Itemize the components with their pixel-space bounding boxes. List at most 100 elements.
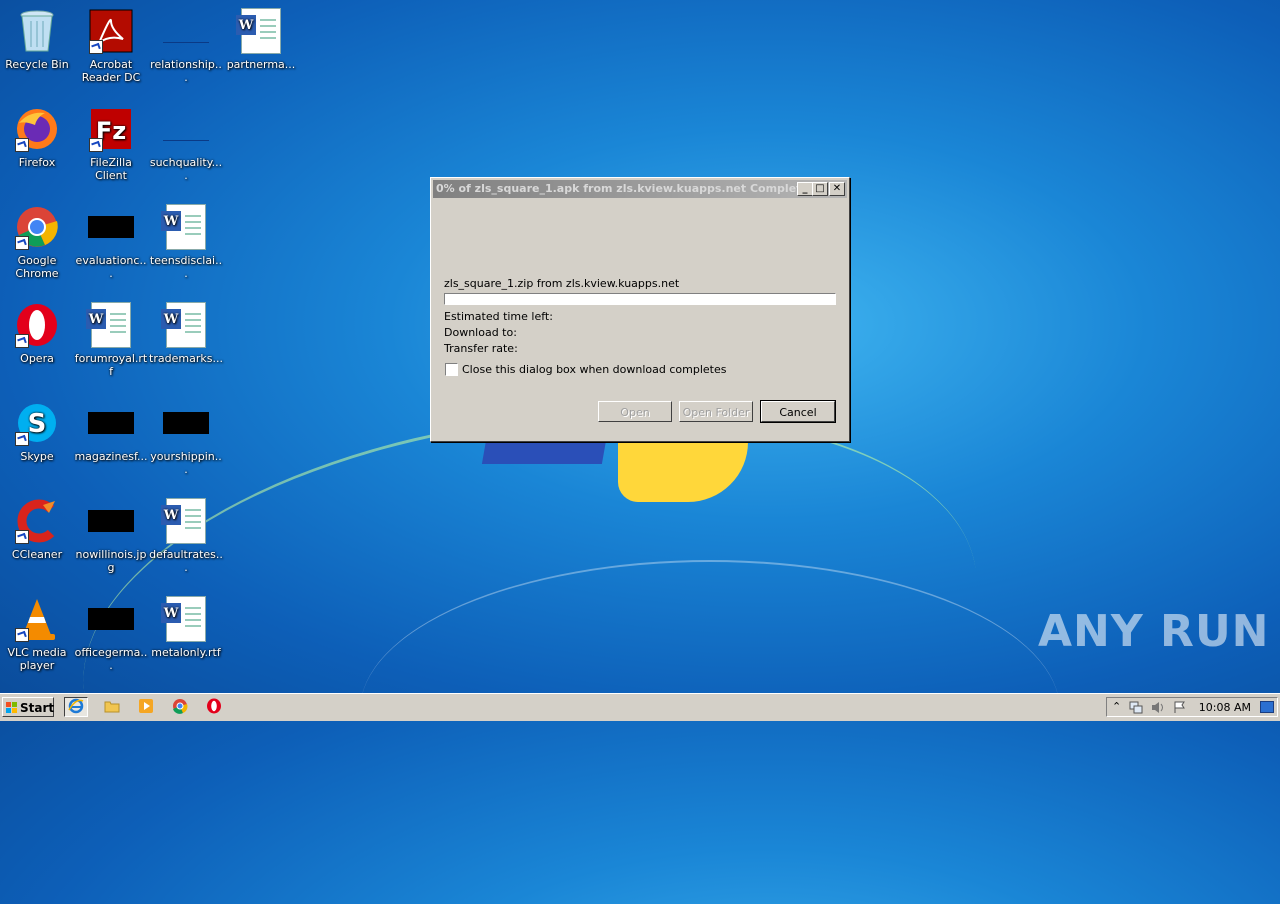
clock[interactable]: 10:08 AM [1199,698,1251,717]
start-label: Start [20,701,55,715]
icon-label: relationship... [150,58,222,84]
download-dialog: 0% of zls_square_1.apk from zls.kview.ku… [430,177,850,442]
minimize-button[interactable]: _ [797,182,813,196]
windows-logo-icon [6,702,18,713]
image-thumbnail-icon [87,400,135,446]
close-button[interactable]: ✕ [829,182,845,196]
desktop-icon-opera[interactable]: Opera [0,302,74,365]
download-source: zls_square_1.zip from zls.kview.kuapps.n… [444,277,680,290]
desktop-icon-file[interactable]: W teensdisclai... [149,204,223,280]
transfer-rate-label: Transfer rate: [444,342,518,355]
download-to-label: Download to: [444,326,517,339]
icon-label: suchquality.... [149,156,223,182]
skype-icon: S [13,400,61,446]
close-when-done-checkbox[interactable] [445,363,458,376]
icon-label: Acrobat Reader DC [81,58,141,84]
taskbar-file-explorer[interactable] [100,697,124,717]
word-document-icon: W [161,596,210,642]
chrome-icon [172,698,188,717]
estimated-time-label: Estimated time left: [444,310,553,323]
icon-label: evaluationc... [75,254,147,280]
dialog-titlebar[interactable]: 0% of zls_square_1.apk from zls.kview.ku… [433,180,847,198]
action-center-flag-icon[interactable] [1173,701,1187,717]
desktop-icon-skype[interactable]: S Skype [0,400,74,463]
shortcut-arrow-icon [89,40,103,54]
icon-label: CCleaner [11,548,63,561]
taskbar-internet-explorer[interactable] [64,697,88,717]
opera-icon [206,698,222,717]
acrobat-icon [87,8,135,54]
icon-label: partnerma... [226,58,296,71]
icon-label: nowillinois.jpg [75,548,147,574]
chrome-icon [13,204,61,250]
taskbar-media-player[interactable] [134,697,158,717]
icon-label: Recycle Bin [5,58,69,71]
cancel-button[interactable]: Cancel [760,400,836,423]
close-when-done-label[interactable]: Close this dialog box when download comp… [462,363,726,376]
wallpaper-windows-logo [478,440,758,510]
image-thumbnail-icon [87,204,135,250]
network-icon[interactable] [1129,701,1143,717]
maximize-button[interactable]: □ [812,182,828,196]
desktop-icon-file[interactable]: W trademarks... [149,302,223,365]
desktop-icon-vlc[interactable]: VLC media player [0,596,74,672]
desktop-icon-acrobat-reader[interactable]: Acrobat Reader DC [74,8,148,84]
icon-label: officegerma... [74,646,148,672]
icon-label: Opera [20,352,54,365]
dialog-title: 0% of zls_square_1.apk from zls.kview.ku… [436,182,817,195]
show-hidden-icons-chevron-up-icon[interactable]: ⌃ [1112,700,1121,713]
icon-label: yourshippin... [150,450,222,476]
icon-label: forumroyal.rtf [74,352,148,378]
desktop-icon-recycle-bin[interactable]: Recycle Bin [0,8,74,71]
open-button[interactable]: Open [598,401,672,422]
show-desktop-icon[interactable] [1260,701,1274,716]
shortcut-arrow-icon [15,236,29,250]
taskbar-opera[interactable] [202,697,226,717]
icon-label: Firefox [18,156,56,169]
download-progress-bar [444,293,836,305]
desktop-icon-ccleaner[interactable]: CCleaner [0,498,74,561]
media-player-icon [138,698,154,717]
icon-label: trademarks... [149,352,223,365]
system-tray: ⌃ 10:08 AM [1106,697,1278,717]
filezilla-icon: Fz [87,106,135,152]
shortcut-arrow-icon [15,530,29,544]
ccleaner-icon [13,498,61,544]
volume-icon[interactable] [1151,701,1165,717]
start-button[interactable]: Start [2,697,54,717]
image-thumbnail-icon [162,400,210,446]
icon-label: Google Chrome [15,254,59,280]
open-folder-button[interactable]: Open Folder [679,401,753,422]
icon-label: defaultrates... [149,548,223,574]
shortcut-arrow-icon [89,138,103,152]
image-thumbnail-icon [162,106,210,152]
desktop-icon-file[interactable]: W metalonly.rtf [149,596,223,659]
recycle-bin-icon [13,8,61,54]
word-document-icon: W [86,302,135,348]
desktop-icon-filezilla[interactable]: Fz FileZilla Client [74,106,148,182]
desktop-icon-file[interactable]: relationship... [149,8,223,84]
svg-text:S: S [28,409,47,439]
desktop-icon-file[interactable]: suchquality.... [149,106,223,182]
image-thumbnail-icon [87,596,135,642]
opera-icon [13,302,61,348]
desktop-icon-file[interactable]: officegerma... [74,596,148,672]
taskbar: Start ⌃ 10:08 AM [0,693,1280,721]
internet-explorer-icon [68,698,84,717]
desktop-icon-google-chrome[interactable]: Google Chrome [0,204,74,280]
image-thumbnail-icon [87,498,135,544]
desktop-icon-file[interactable]: W partnerma... [224,8,298,71]
taskbar-chrome[interactable] [168,697,192,717]
shortcut-arrow-icon [15,628,29,642]
word-document-icon: W [161,204,210,250]
desktop-icon-firefox[interactable]: Firefox [0,106,74,169]
desktop-icon-file[interactable]: W forumroyal.rtf [74,302,148,378]
desktop-icon-file[interactable]: W defaultrates... [149,498,223,574]
desktop-icon-file[interactable]: yourshippin... [149,400,223,476]
folder-icon [104,699,120,716]
icon-label: VLC media player [7,646,67,672]
image-thumbnail-icon [162,8,210,54]
desktop-icon-file[interactable]: evaluationc... [74,204,148,280]
desktop-icon-file[interactable]: magazinesf... [74,400,148,463]
desktop-icon-file[interactable]: nowillinois.jpg [74,498,148,574]
